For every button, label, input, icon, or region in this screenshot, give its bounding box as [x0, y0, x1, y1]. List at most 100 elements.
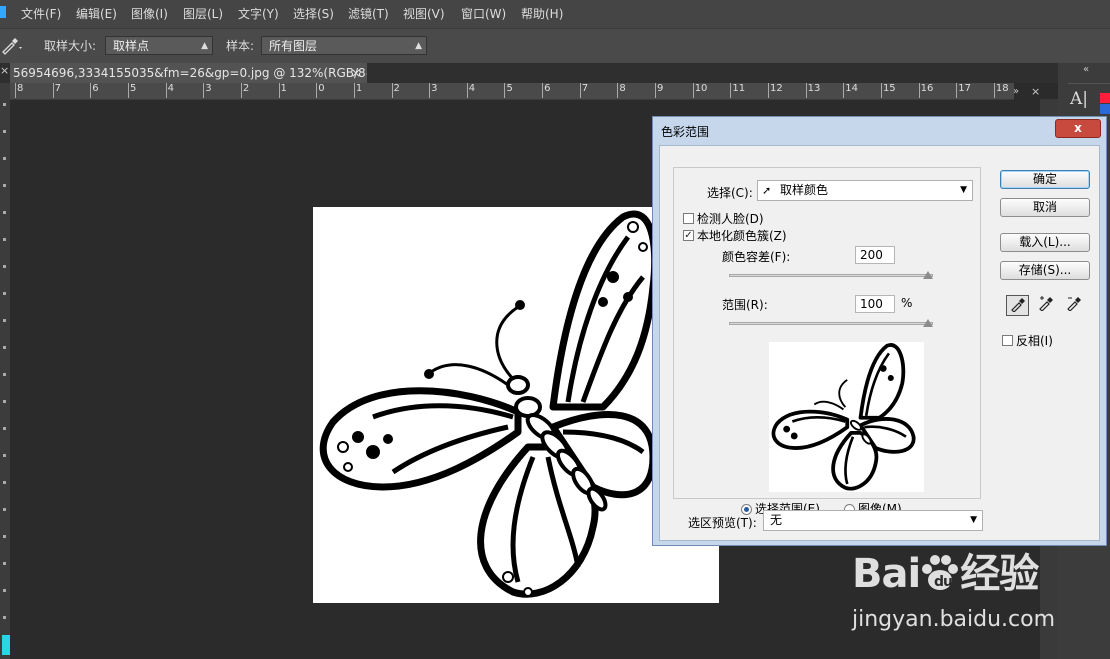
- menu-file[interactable]: 文件(F): [21, 0, 61, 28]
- ruler-tick-label: 5: [127, 83, 137, 98]
- selection-group: 选择(C): ➚ 取样颜色 ▼ 检测人脸(D) ✓ 本地化颜色簇(Z) 颜色容差…: [673, 167, 981, 516]
- menu-help[interactable]: 帮助(H): [521, 0, 563, 28]
- range-slider-thumb[interactable]: [923, 319, 933, 327]
- sample-size-label: 取样大小:: [44, 39, 97, 53]
- tool-button-icon[interactable]: [3, 427, 6, 430]
- character-panel-icon[interactable]: A|: [1070, 89, 1088, 109]
- menu-view[interactable]: 视图(V): [403, 0, 445, 28]
- selection-preview-select[interactable]: 无 ▼: [763, 510, 983, 531]
- load-button[interactable]: 载入(L)...: [1000, 233, 1090, 252]
- document-tab[interactable]: 56954696,3334155035&fm=26&gp=0.jpg @ 132…: [10, 63, 367, 83]
- select-dropdown[interactable]: ➚ 取样颜色 ▼: [757, 180, 973, 201]
- sample-size-value: 取样点: [113, 39, 150, 53]
- tool-button-icon[interactable]: [3, 130, 6, 133]
- fuzziness-input[interactable]: 200: [855, 246, 895, 264]
- tool-button-icon[interactable]: [3, 184, 6, 187]
- options-bar: 取样大小: 取样点 ▲ 样本: 所有图层 ▲: [0, 28, 1110, 64]
- panel-divider: [1068, 83, 1110, 84]
- tool-button-icon[interactable]: [3, 373, 6, 376]
- tool-button-icon[interactable]: [3, 616, 6, 619]
- tool-button-icon[interactable]: [3, 238, 6, 241]
- tool-button-icon[interactable]: [3, 562, 6, 565]
- ruler-tick-label: 15: [880, 83, 896, 98]
- tool-button-icon[interactable]: [3, 346, 6, 349]
- tool-button-icon[interactable]: [3, 292, 6, 295]
- ruler-tick-label: 2: [391, 83, 400, 98]
- ruler-tick-label: 11: [730, 83, 746, 98]
- ruler-tick-label: 2: [240, 83, 250, 98]
- quick-mask-swatch[interactable]: [2, 635, 10, 655]
- localized-clusters-checkbox[interactable]: ✓: [683, 230, 694, 241]
- fuzziness-slider[interactable]: [729, 274, 933, 277]
- updown-arrows-icon: ▲: [201, 41, 208, 51]
- sample-select[interactable]: 所有图层 ▲: [261, 36, 427, 55]
- eyedropper-minus-icon[interactable]: [1062, 295, 1085, 316]
- select-label: 选择(C):: [707, 186, 753, 200]
- ruler-tick-label: 1: [353, 83, 363, 98]
- cancel-button[interactable]: 取消: [1000, 198, 1090, 217]
- save-button[interactable]: 存储(S)...: [1000, 261, 1090, 280]
- menu-layer[interactable]: 图层(L): [183, 0, 223, 28]
- dropdown-arrow-icon: ▼: [970, 515, 977, 525]
- selection-preview-value: 无: [770, 513, 783, 527]
- ruler-tick-label: 8: [617, 83, 626, 98]
- watermark-brand-left: Bai: [852, 551, 921, 597]
- tool-button-icon[interactable]: [3, 535, 6, 538]
- range-input[interactable]: 100: [855, 295, 895, 313]
- tool-button-icon[interactable]: [3, 103, 6, 106]
- menu-type[interactable]: 文字(Y): [238, 0, 279, 28]
- detect-faces-checkbox[interactable]: [683, 213, 694, 224]
- panel-close-icon[interactable]: ×: [0, 64, 9, 77]
- menu-select[interactable]: 选择(S): [293, 0, 334, 28]
- eyedropper-plus-icon[interactable]: [1034, 295, 1057, 316]
- eyedropper-icon[interactable]: [0, 35, 22, 55]
- menu-bar: 文件(F) 编辑(E) 图像(I) 图层(L) 文字(Y) 选择(S) 滤镜(T…: [0, 0, 1110, 28]
- menu-edit[interactable]: 编辑(E): [76, 0, 117, 28]
- collapse-panels-icon[interactable]: «: [1083, 64, 1089, 75]
- ruler-tick-label: 8: [14, 83, 24, 98]
- eyedropper-icon[interactable]: [1006, 295, 1029, 316]
- menu-filter[interactable]: 滤镜(T): [348, 0, 389, 28]
- ruler-tick-label: 13: [805, 83, 821, 98]
- tab-close-icon[interactable]: ×: [351, 63, 361, 83]
- tool-button-icon[interactable]: [3, 211, 6, 214]
- tool-button-icon[interactable]: [3, 508, 6, 511]
- document-tab-title: 56954696,3334155035&fm=26&gp=0.jpg @ 132…: [13, 66, 367, 80]
- tool-button-icon[interactable]: [3, 157, 6, 160]
- tool-button-icon[interactable]: [3, 265, 6, 268]
- paw-logo-icon: du: [920, 553, 960, 591]
- ruler-tick-label: 6: [90, 83, 99, 98]
- tool-button-icon[interactable]: [3, 400, 6, 403]
- tool-button-icon[interactable]: [3, 454, 6, 457]
- ruler-tick-label: 14: [843, 83, 859, 98]
- tool-button-icon[interactable]: [3, 589, 6, 592]
- menu-image[interactable]: 图像(I): [131, 0, 168, 28]
- ruler-tick-label: 6: [541, 83, 551, 98]
- ruler-tick-label: 1: [278, 83, 287, 98]
- expand-panels-icon[interactable]: »: [1013, 86, 1019, 97]
- select-value: 取样颜色: [780, 183, 829, 197]
- ruler-tick-label: 18: [993, 83, 1009, 98]
- selection-preview-image: [769, 342, 924, 492]
- panel-close-icon[interactable]: ×: [1031, 85, 1040, 98]
- ok-button[interactable]: 确定: [1000, 170, 1090, 189]
- ruler-tick-label: 4: [466, 83, 476, 98]
- ruler-tick-label: 3: [203, 83, 212, 98]
- menu-window[interactable]: 窗口(W): [461, 0, 506, 28]
- detect-faces-label: 检测人脸(D): [697, 212, 764, 226]
- invert-checkbox[interactable]: [1002, 335, 1013, 346]
- range-unit: %: [901, 296, 913, 310]
- photoshop-logo-icon: [0, 6, 6, 18]
- tool-button-icon[interactable]: [3, 481, 6, 484]
- fuzziness-slider-thumb[interactable]: [923, 271, 933, 279]
- tool-button-icon[interactable]: [3, 319, 6, 322]
- dialog-title: 色彩范围: [661, 125, 710, 139]
- sample-size-select[interactable]: 取样点 ▲: [105, 36, 213, 55]
- color-swatch-blue[interactable]: [1100, 104, 1110, 114]
- ruler-tick-label: 7: [579, 83, 589, 98]
- ruler-tick-label: 5: [504, 83, 513, 98]
- tools-panel: [0, 83, 10, 659]
- color-swatch-red[interactable]: [1100, 93, 1110, 103]
- range-slider[interactable]: [729, 322, 933, 325]
- dialog-close-button[interactable]: x: [1055, 119, 1101, 138]
